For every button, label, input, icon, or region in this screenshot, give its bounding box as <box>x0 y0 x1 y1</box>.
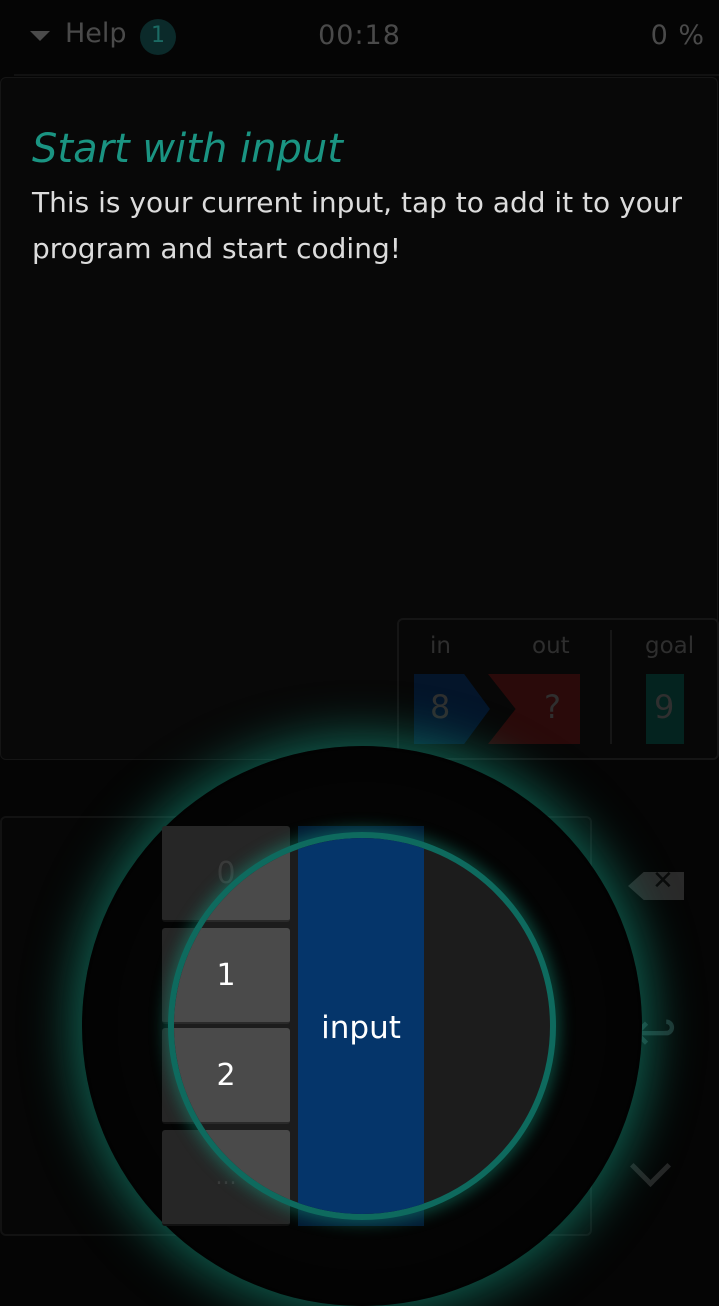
spotlight-focus: 0 1 2 ... input <box>168 832 556 1220</box>
io-divider <box>610 630 612 744</box>
progress-percent: 0 % <box>650 20 705 51</box>
input-button[interactable]: input <box>298 838 424 1214</box>
in-label: in <box>430 633 451 659</box>
key-more-lit[interactable]: ... <box>174 1130 290 1214</box>
delete-x-glyph: ✕ <box>652 866 674 896</box>
key-0-lit[interactable]: 0 <box>174 838 290 922</box>
output-value: ? <box>544 688 561 726</box>
key-2[interactable]: 2 <box>174 1028 290 1124</box>
chevron-down-icon[interactable] <box>629 1145 672 1188</box>
help-text: This is your current input, tap to add i… <box>32 186 683 265</box>
divider <box>14 74 719 76</box>
help-title: Start with input <box>32 126 343 172</box>
input-button-label: input <box>321 1010 401 1046</box>
goal-label: goal <box>645 633 695 659</box>
out-label: out <box>532 633 570 659</box>
input-value: 8 <box>430 688 451 726</box>
goal-value: 9 <box>654 688 675 726</box>
top-bar: Help 1 00:18 0 % <box>0 0 719 76</box>
key-1[interactable]: 1 <box>174 928 290 1024</box>
timer: 00:18 <box>318 20 401 51</box>
